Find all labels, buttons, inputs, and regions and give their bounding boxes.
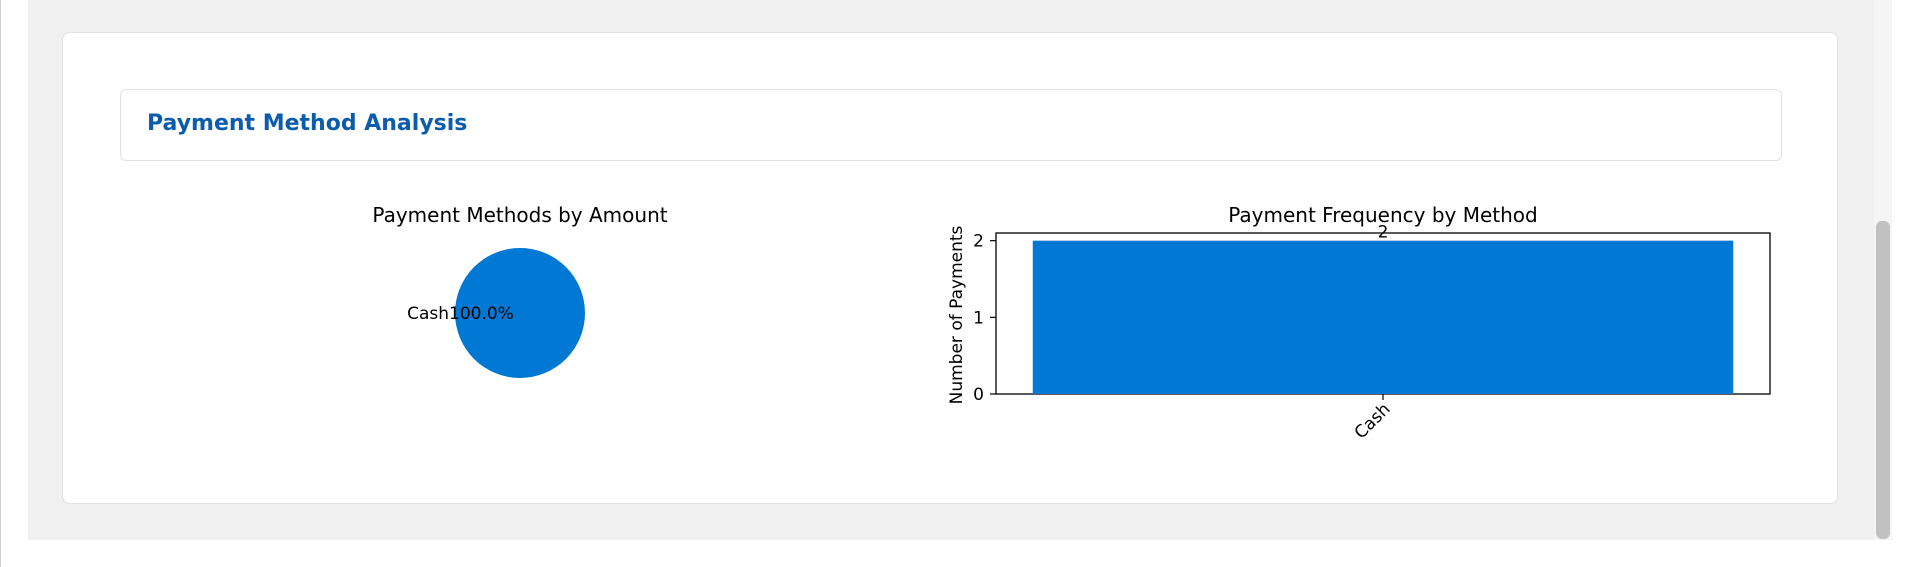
pie-chart: Payment Methods by Amount Cash 100.0% [372, 203, 668, 378]
charts-svg: Payment Methods by Amount Cash 100.0% Pay… [372, 203, 1771, 443]
y-tick-label: 1 [973, 308, 984, 328]
bar-plot-area: 0 1 2 2 Cash [973, 223, 1771, 443]
x-tick-label: Cash [1351, 399, 1395, 443]
pie-slice-percent-label: 100.0% [449, 304, 514, 324]
pie-chart-title: Payment Methods by Amount [372, 203, 667, 227]
pie-slices: Cash 100.0% [407, 248, 585, 378]
y-tick-label: 2 [973, 232, 984, 252]
bar [1032, 240, 1734, 394]
scrollbar-thumb[interactable] [1876, 221, 1890, 539]
bar-chart-y-axis-label: Number of Payments [947, 225, 967, 404]
pie-slice-label: Cash [407, 304, 449, 324]
bar-data-label: 2 [1378, 223, 1389, 243]
y-tick-label: 0 [973, 385, 984, 405]
bar-chart: Payment Frequency by Method 012 2Cash Num… [947, 203, 1771, 443]
window-right-border [1892, 0, 1920, 567]
